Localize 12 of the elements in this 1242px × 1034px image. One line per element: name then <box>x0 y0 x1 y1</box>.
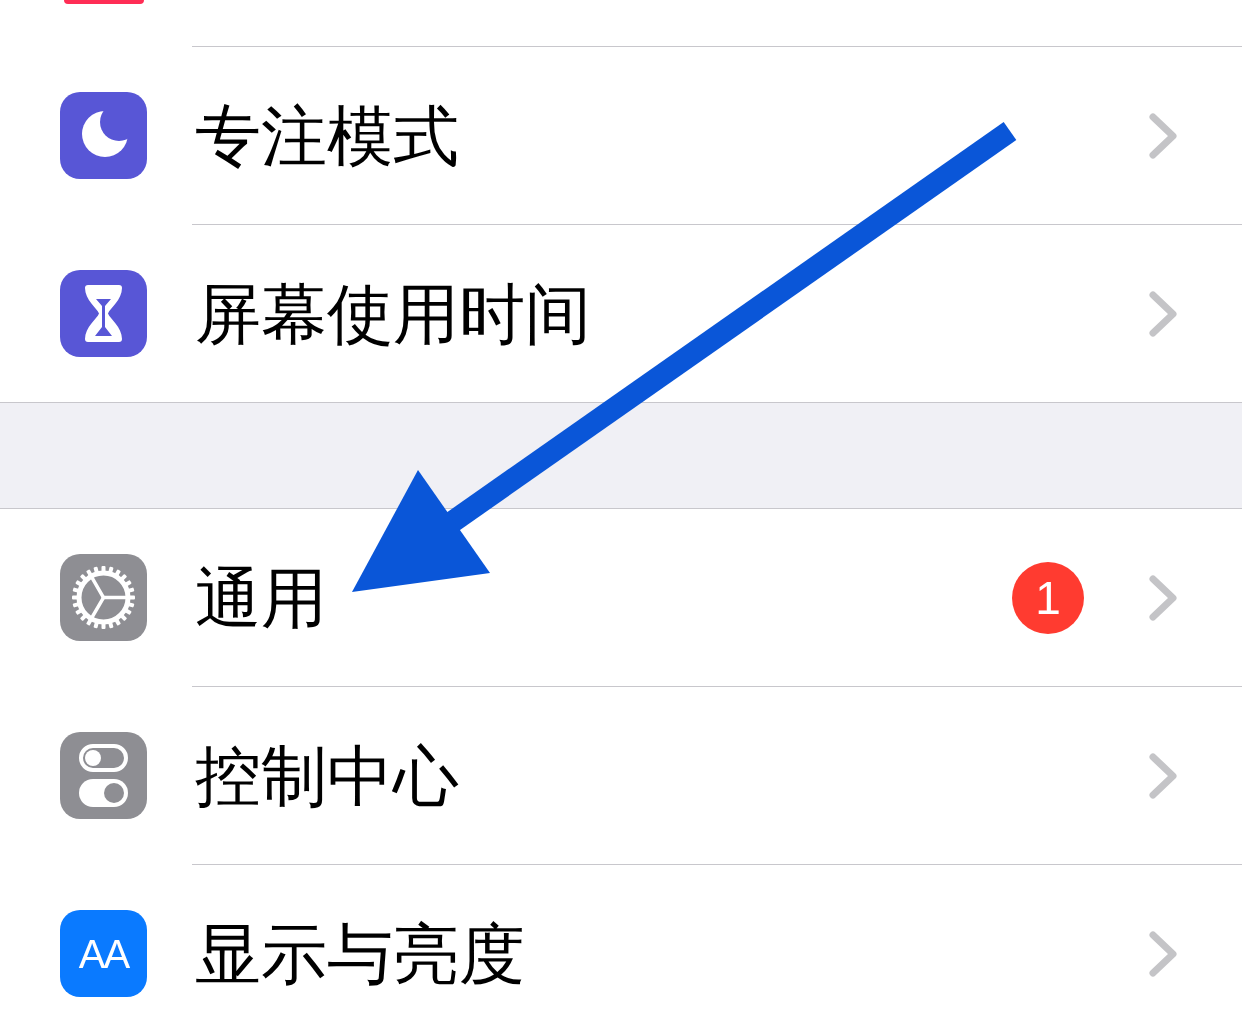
toggle-switches-icon <box>60 732 147 819</box>
notification-badge: 1 <box>1012 561 1084 634</box>
gear-icon <box>60 554 147 641</box>
chevron-icon <box>1148 930 1178 977</box>
hourglass-icon <box>60 270 147 357</box>
moon-icon <box>60 92 147 179</box>
chevron-icon <box>1148 290 1178 337</box>
chevron-icon <box>1148 574 1178 621</box>
chevron-icon <box>1148 752 1178 799</box>
text-size-icon: AA <box>60 910 147 997</box>
app-icon <box>64 0 144 4</box>
chevron-icon <box>1148 112 1178 159</box>
